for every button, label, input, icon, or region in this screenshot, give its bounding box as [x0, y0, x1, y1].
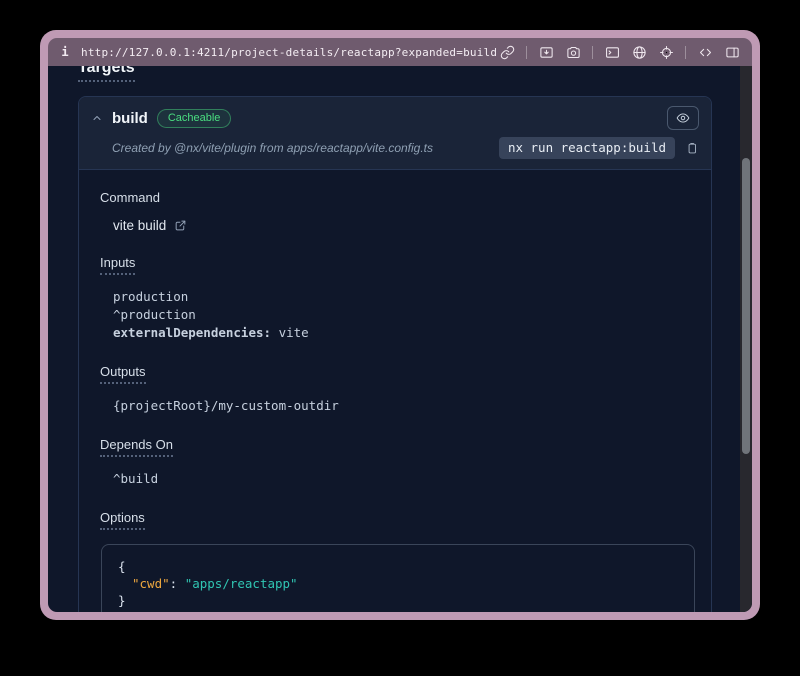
- pick-locator-crosshair-icon[interactable]: [658, 44, 674, 60]
- link-icon[interactable]: [499, 44, 515, 60]
- screenshot-camera-icon[interactable]: [565, 44, 581, 60]
- toolbar-actions: [499, 44, 740, 60]
- command-value-row: vite build: [113, 218, 697, 233]
- toolbar-separator: [526, 46, 527, 59]
- browser-window: i http://127.0.0.1:4211/project-details/…: [40, 30, 760, 620]
- external-link-icon[interactable]: [174, 219, 187, 232]
- toolbar-separator: [685, 46, 686, 59]
- network-globe-icon[interactable]: [631, 44, 647, 60]
- toolbar-separator: [592, 46, 593, 59]
- command-heading: Command: [100, 190, 697, 205]
- depends-on-item: ^build: [113, 470, 697, 488]
- json-line: }: [118, 592, 678, 609]
- options-heading: Options: [100, 510, 697, 530]
- copy-command-icon[interactable]: [685, 141, 699, 155]
- page-title-text: Targets: [78, 66, 135, 82]
- info-icon: i: [58, 45, 72, 59]
- command-section: Command vite build: [100, 190, 697, 233]
- outputs-heading: Outputs: [100, 364, 697, 384]
- project-details-page: Targets build Cacheable: [48, 66, 740, 612]
- inputs-heading: Inputs: [100, 255, 697, 275]
- depends-on-heading: Depends On: [100, 437, 697, 457]
- build-target-header-row: build Cacheable: [91, 106, 699, 130]
- input-item: ^production: [113, 306, 697, 324]
- screencast-icon[interactable]: [538, 44, 554, 60]
- depends-on-list: ^build: [113, 470, 697, 488]
- output-item: {projectRoot}/my-custom-outdir: [113, 397, 697, 415]
- browser-viewport: Targets build Cacheable: [48, 66, 752, 612]
- chevron-up-icon[interactable]: [91, 112, 103, 124]
- desktop: { "browser": { "info_glyph": "i", "url":…: [0, 0, 800, 676]
- outputs-section: Outputs {projectRoot}/my-custom-outdir: [100, 364, 697, 415]
- browser-window-inner: i http://127.0.0.1:4211/project-details/…: [48, 38, 752, 612]
- run-command-chip: nx run reactapp:build: [499, 137, 675, 159]
- depends-on-section: Depends On ^build: [100, 437, 697, 488]
- target-name: build: [112, 110, 148, 127]
- terminal-icon[interactable]: [604, 44, 620, 60]
- json-line: {: [118, 558, 678, 575]
- build-target-header[interactable]: build Cacheable Created by @nx/vite/plug…: [79, 97, 711, 170]
- options-section: Options { "cwd": "apps/reactapp" }: [100, 510, 697, 612]
- build-target-subheader: Created by @nx/vite/plugin from apps/rea…: [91, 137, 699, 159]
- inputs-section: Inputs production ^production externalDe…: [100, 255, 697, 342]
- scrollbar-thumb[interactable]: [742, 158, 750, 454]
- address-url[interactable]: http://127.0.0.1:4211/project-details/re…: [81, 46, 497, 59]
- view-target-graph-button[interactable]: [667, 106, 699, 130]
- build-target-body: Command vite build Inputs: [79, 170, 711, 612]
- source-code-icon[interactable]: [697, 44, 713, 60]
- created-by-text: Created by @nx/vite/plugin from apps/rea…: [112, 141, 433, 155]
- outputs-list: {projectRoot}/my-custom-outdir: [113, 397, 697, 415]
- split-view-icon[interactable]: [724, 44, 740, 60]
- input-item: production: [113, 288, 697, 306]
- command-value: vite build: [113, 218, 166, 233]
- cacheable-badge: Cacheable: [157, 109, 232, 128]
- browser-toolbar: i http://127.0.0.1:4211/project-details/…: [48, 38, 752, 66]
- input-item: externalDependencies: vite: [113, 324, 697, 342]
- json-line: "cwd": "apps/reactapp": [118, 575, 678, 592]
- options-json-block: { "cwd": "apps/reactapp" }: [101, 544, 695, 612]
- page-title: Targets: [78, 66, 740, 82]
- inputs-list: production ^production externalDependenc…: [113, 288, 697, 342]
- build-target-card: build Cacheable Created by @nx/vite/plug…: [78, 96, 712, 612]
- vertical-scrollbar[interactable]: [740, 66, 752, 612]
